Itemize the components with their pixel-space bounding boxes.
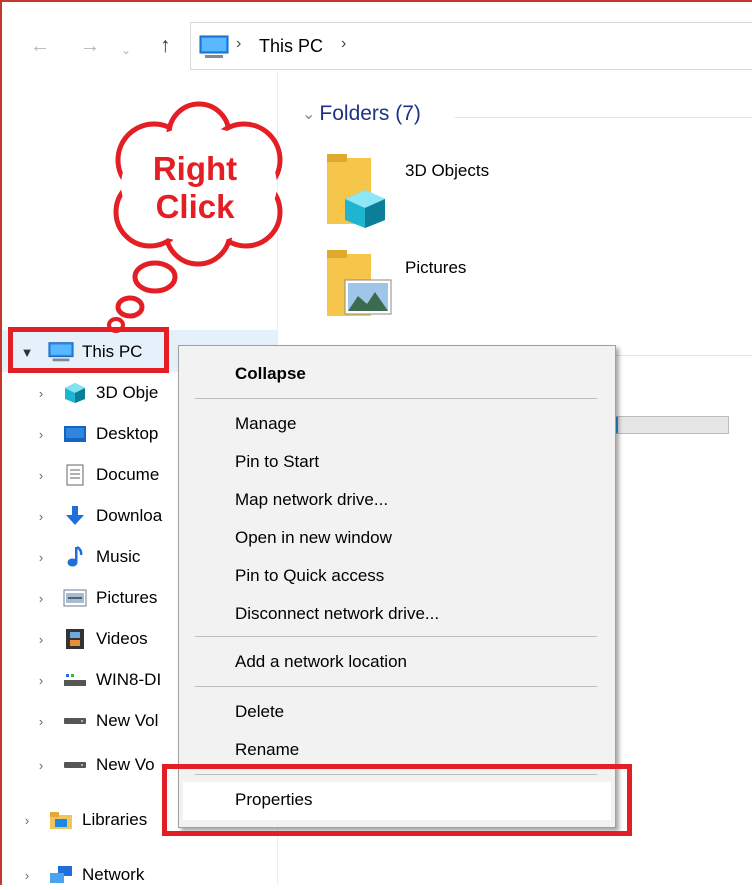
this-pc-icon — [199, 35, 229, 58]
libraries-icon — [48, 809, 74, 831]
tree-item-pictures[interactable]: › Pictures — [34, 583, 158, 613]
drive-icon — [62, 754, 88, 776]
tree-item-documents[interactable]: › Docume — [34, 460, 159, 490]
tree-label: New Vol — [96, 711, 159, 730]
tree-label: 3D Obje — [96, 383, 159, 402]
tree-label: Libraries — [82, 810, 148, 829]
callout-line-2: Click — [155, 188, 235, 225]
tree-label: Desktop — [96, 424, 159, 443]
download-arrow-icon — [62, 505, 88, 527]
back-button[interactable]: ← — [30, 36, 50, 56]
folder-name[interactable]: 3D Objects — [405, 161, 489, 181]
menu-item-delete[interactable]: Delete — [235, 702, 284, 722]
tree-item-videos[interactable]: › Videos — [34, 624, 148, 654]
tree-label: WIN8-DI — [96, 670, 162, 689]
breadcrumb-this-pc[interactable]: This PC — [259, 36, 323, 57]
chevron-right-icon[interactable]: › — [20, 813, 34, 828]
callout-line-1: Right — [152, 150, 238, 187]
chevron-right-icon[interactable]: › — [34, 550, 48, 565]
tree-label: Music — [96, 547, 141, 566]
forward-button[interactable]: → — [80, 36, 100, 56]
menu-separator — [195, 636, 597, 637]
menu-separator — [195, 686, 597, 687]
tree-item-downloads[interactable]: › Downloa — [34, 501, 162, 531]
documents-icon — [62, 464, 88, 486]
group-title: Folders (7) — [319, 102, 421, 125]
menu-item-manage[interactable]: Manage — [235, 414, 296, 434]
context-menu: Collapse Manage Pin to Start Map network… — [178, 345, 616, 828]
menu-item-collapse[interactable]: Collapse — [235, 364, 306, 384]
menu-separator — [195, 398, 597, 399]
3d-objects-icon — [62, 382, 88, 404]
3d-objects-folder-icon — [327, 154, 385, 228]
menu-item-rename[interactable]: Rename — [235, 740, 299, 760]
chevron-right-icon[interactable]: › — [34, 509, 48, 524]
video-film-icon — [62, 628, 88, 650]
chevron-right-icon[interactable]: › — [34, 632, 48, 647]
folder-pictures[interactable] — [325, 248, 397, 325]
pictures-icon — [62, 587, 88, 609]
network-icon — [48, 864, 74, 886]
chevron-right-icon[interactable]: › — [34, 468, 48, 483]
breadcrumb-separator[interactable]: › — [341, 35, 346, 53]
group-divider — [455, 117, 752, 118]
tree-item-network-drive[interactable]: › WIN8-DI — [34, 665, 161, 695]
tree-label: Pictures — [96, 588, 158, 607]
highlight-box-this-pc — [8, 327, 169, 373]
tree-item-libraries[interactable]: › Libraries — [20, 805, 147, 835]
tree-label: Network — [82, 865, 145, 884]
chevron-right-icon[interactable]: › — [34, 673, 48, 688]
menu-item-add-network-location[interactable]: Add a network location — [235, 652, 407, 672]
tree-label: New Vo — [96, 755, 155, 774]
up-button[interactable]: ↑ — [160, 35, 171, 56]
network-drive-icon — [62, 669, 88, 691]
recent-locations-button[interactable]: ⌄ — [121, 40, 131, 60]
menu-item-open-in-new-window[interactable]: Open in new window — [235, 528, 392, 548]
address-bar[interactable]: › This PC › — [190, 22, 752, 70]
tree-label: Docume — [96, 465, 160, 484]
tree-item-desktop[interactable]: › Desktop — [34, 419, 159, 449]
menu-item-map-network-drive[interactable]: Map network drive... — [235, 490, 388, 510]
tree-item-network[interactable]: › Network — [20, 860, 145, 890]
breadcrumb-separator: › — [236, 35, 242, 52]
menu-item-pin-to-start[interactable]: Pin to Start — [235, 452, 319, 472]
group-divider — [610, 355, 752, 356]
chevron-right-icon[interactable]: › — [34, 758, 48, 773]
folder-name[interactable]: Pictures — [405, 258, 466, 278]
drive-usage-bar — [605, 416, 729, 434]
tree-item-music[interactable]: › Music — [34, 542, 140, 572]
chevron-right-icon[interactable]: › — [34, 386, 48, 401]
menu-item-disconnect-network-drive[interactable]: Disconnect network drive... — [235, 604, 439, 624]
callout-text: Right Click — [110, 150, 280, 226]
highlight-box-properties — [162, 764, 632, 836]
chevron-right-icon[interactable]: › — [34, 591, 48, 606]
folders-group-header[interactable]: ⌄ Folders (7) — [302, 102, 421, 126]
chevron-down-icon[interactable]: ⌄ — [302, 104, 315, 124]
tree-item-new-volume-2[interactable]: › New Vo — [34, 750, 155, 780]
menu-item-pin-to-quick-access[interactable]: Pin to Quick access — [235, 566, 384, 586]
desktop-icon — [62, 423, 88, 445]
chevron-right-icon[interactable]: › — [34, 714, 48, 729]
callout-tail — [107, 260, 178, 333]
tree-label: Downloa — [96, 506, 163, 525]
folder-3d-objects[interactable] — [325, 152, 391, 235]
music-note-icon — [62, 546, 88, 568]
pictures-folder-icon — [327, 250, 392, 316]
tree-item-new-volume-1[interactable]: › New Vol — [34, 706, 159, 736]
tree-item-3d-objects[interactable]: › 3D Obje — [34, 378, 158, 408]
chevron-right-icon[interactable]: › — [20, 868, 34, 883]
chevron-right-icon[interactable]: › — [34, 427, 48, 442]
tree-label: Videos — [96, 629, 148, 648]
drive-icon — [62, 710, 88, 732]
